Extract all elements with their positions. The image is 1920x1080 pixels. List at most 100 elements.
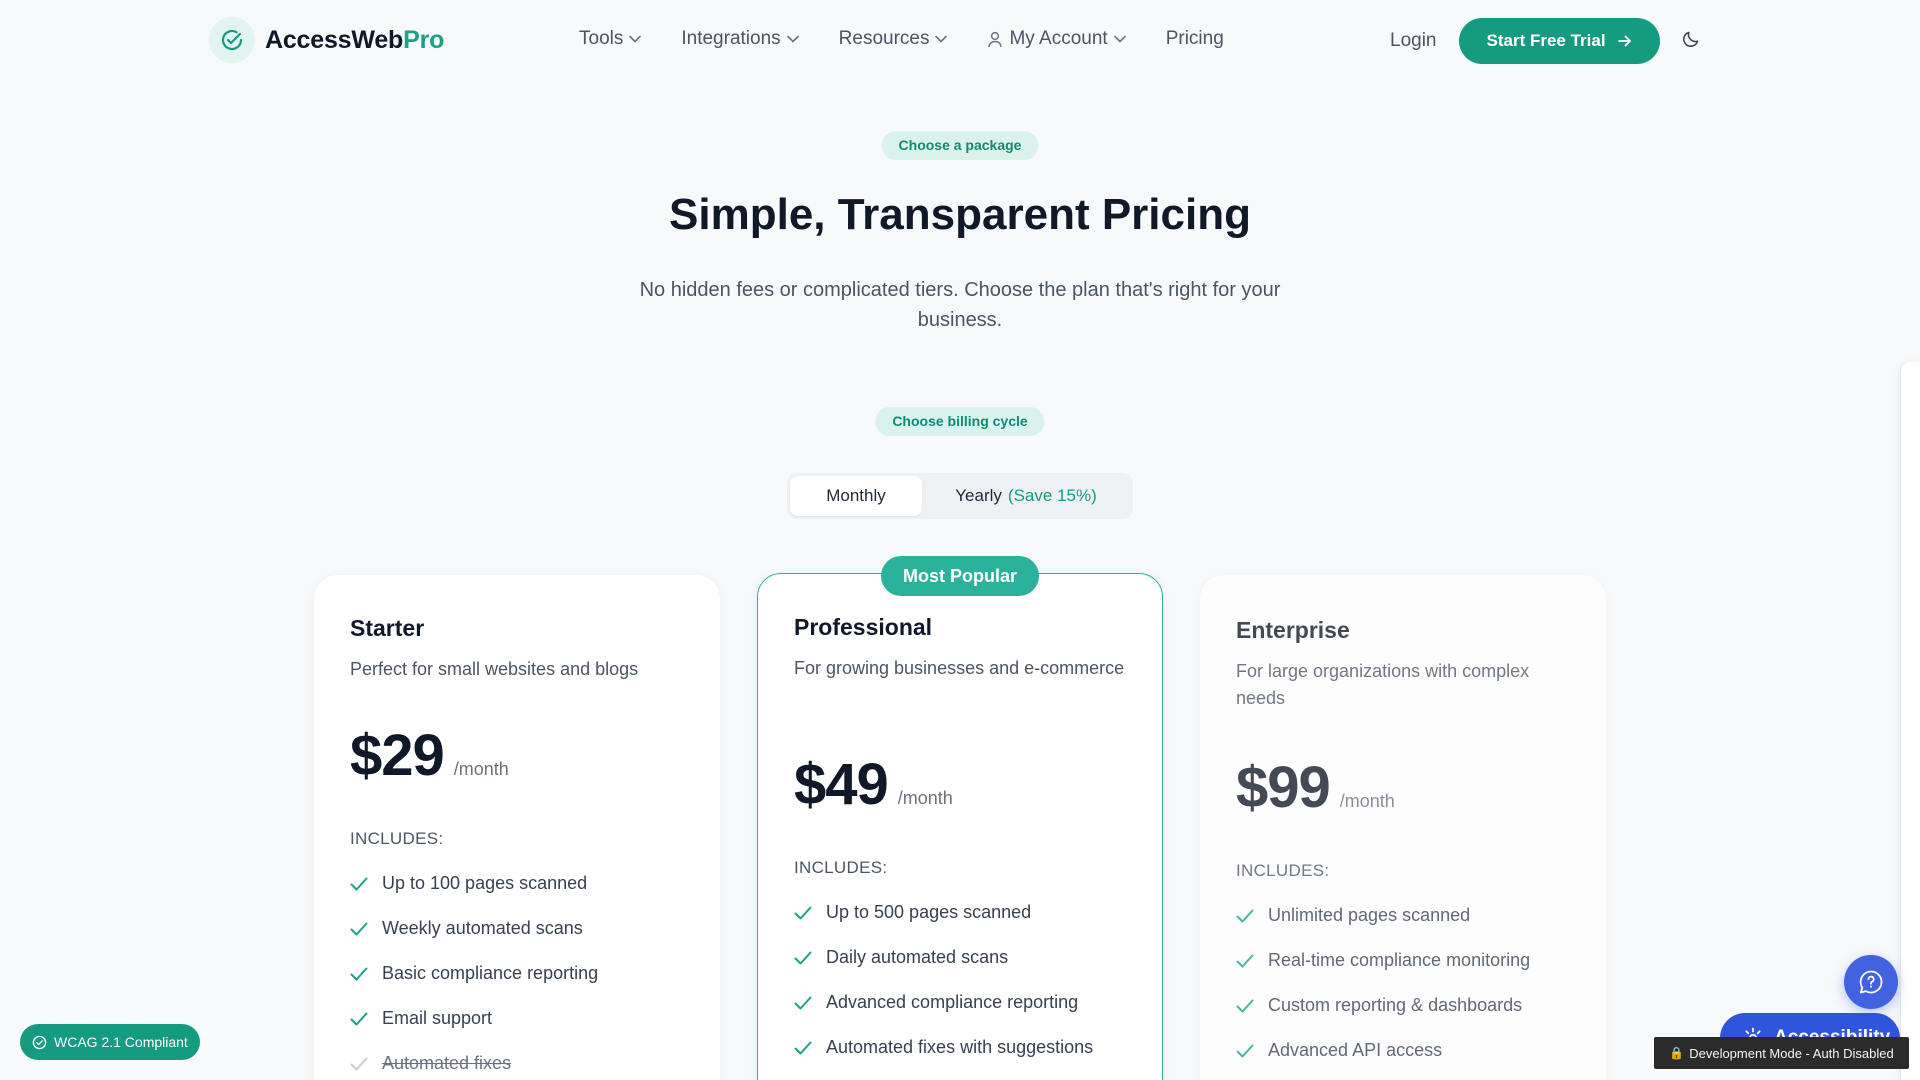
plan-price: $99: [1236, 755, 1331, 820]
feature-text: Basic compliance reporting: [382, 963, 599, 983]
feature-text: Daily automated scans: [826, 947, 1009, 967]
plan-description: For growing businesses and e-commerce: [794, 658, 1125, 678]
nav-integrations-label: Integrations: [681, 28, 781, 49]
feature-item: Advanced compliance reporting: [794, 980, 1126, 1025]
dark-mode-toggle-icon[interactable]: [1682, 30, 1700, 53]
plan-price: $29: [350, 723, 445, 788]
chat-help-icon: [1859, 970, 1883, 994]
feature-text: Automated fixes with suggestions: [826, 1037, 1094, 1057]
includes-heading: INCLUDES:: [350, 829, 444, 848]
nav-my-account[interactable]: My Account: [987, 28, 1126, 50]
check-icon: [794, 1041, 812, 1054]
chevron-down-icon: [1113, 35, 1126, 43]
feature-text: Email support: [382, 1008, 493, 1028]
feature-list: Unlimited pages scanned Real-time compli…: [1236, 893, 1570, 1073]
brand-logo[interactable]: AccessWebPro: [209, 17, 444, 63]
start-free-trial-button[interactable]: Start Free Trial: [1458, 18, 1660, 64]
feature-item: Real-time compliance monitoring: [1236, 938, 1570, 983]
user-icon: [988, 31, 1003, 47]
billing-yearly-label: Yearly: [955, 486, 1002, 505]
chevron-down-icon: [935, 35, 948, 43]
billing-toggle: Monthly Yearly (Save 15%): [787, 473, 1133, 519]
check-icon: [794, 951, 812, 964]
start-free-trial-label: Start Free Trial: [1486, 31, 1606, 50]
plan-description: Perfect for small websites and blogs: [350, 659, 639, 679]
nav-my-account-label: My Account: [1009, 28, 1108, 49]
plan-price-row: $29 /month: [350, 722, 684, 789]
dev-mode-label: Development Mode - Auth Disabled: [1689, 1045, 1894, 1061]
feature-item-excluded: Automated fixes: [350, 1041, 684, 1080]
plan-name: Starter: [350, 615, 425, 641]
feature-item: Up to 100 pages scanned: [350, 861, 684, 906]
includes-heading: INCLUDES:: [1236, 861, 1330, 880]
nav-pricing[interactable]: Pricing: [1166, 28, 1224, 50]
top-navigation: AccessWebPro Tools Integrations Resource…: [0, 0, 1920, 82]
feature-text: Up to 100 pages scanned: [382, 873, 588, 893]
chevron-down-icon: [629, 35, 642, 43]
brand-name: AccessWebPro: [265, 25, 445, 54]
check-circle-icon: [209, 17, 255, 63]
check-icon: [350, 1057, 368, 1070]
check-icon: [350, 967, 368, 980]
side-panel-edge[interactable]: [1900, 362, 1920, 1080]
check-circle-icon: [32, 1035, 47, 1049]
nav-actions: Login Start Free Trial: [1390, 18, 1660, 64]
feature-text: Custom reporting & dashboards: [1268, 995, 1523, 1015]
billing-monthly-label: Monthly: [826, 486, 886, 505]
plan-period: /month: [1339, 791, 1395, 811]
wcag-badge-label: WCAG 2.1 Compliant: [54, 1034, 188, 1050]
plan-price-row: $99 /month: [1236, 754, 1570, 821]
check-icon: [350, 1012, 368, 1025]
feature-item: Basic compliance reporting: [350, 951, 684, 996]
includes-heading: INCLUDES:: [794, 858, 888, 877]
feature-item: Custom reporting & dashboards: [1236, 983, 1570, 1028]
feature-text: Automated fixes: [382, 1053, 512, 1073]
plan-price-row: $49 /month: [794, 751, 1126, 818]
feature-item: Daily automated scans: [794, 935, 1126, 980]
yearly-savings-label: (Save 15%): [1007, 486, 1097, 505]
feature-text: Weekly automated scans: [382, 918, 583, 938]
nav-pricing-label: Pricing: [1165, 28, 1224, 49]
page-subtitle: No hidden fees or complicated tiers. Cho…: [639, 279, 1281, 331]
plan-name: Enterprise: [1236, 617, 1350, 643]
check-icon: [794, 906, 812, 919]
plan-card-enterprise: Enterprise For large organizations with …: [1200, 575, 1606, 1080]
plan-name: Professional: [794, 614, 933, 640]
most-popular-badge: Most Popular: [880, 556, 1040, 596]
check-icon: [1236, 954, 1254, 967]
plan-period: /month: [897, 788, 953, 808]
feature-item: Up to 500 pages scanned: [794, 890, 1126, 935]
billing-yearly-option[interactable]: Yearly (Save 15%): [922, 476, 1130, 516]
plan-description: For large organizations with complex nee…: [1236, 661, 1530, 708]
nav-resources[interactable]: Resources: [839, 28, 948, 50]
check-icon: [1236, 1044, 1254, 1057]
check-icon: [350, 877, 368, 890]
check-icon: [794, 996, 812, 1009]
plan-card-starter: Starter Perfect for small websites and b…: [314, 575, 720, 1080]
nav-integrations[interactable]: Integrations: [681, 28, 799, 50]
nav-resources-label: Resources: [838, 28, 930, 49]
chevron-down-icon: [786, 35, 799, 43]
check-icon: [1236, 909, 1254, 922]
feature-list: Up to 100 pages scanned Weekly automated…: [350, 861, 684, 1080]
feature-item: Weekly automated scans: [350, 906, 684, 951]
page-title: Simple, Transparent Pricing: [669, 190, 1251, 239]
feature-text: Advanced API access: [1268, 1040, 1443, 1060]
feature-text: Real-time compliance monitoring: [1268, 950, 1531, 970]
plan-card-professional: Most Popular Professional For growing bu…: [757, 556, 1163, 1080]
feature-text: Up to 500 pages scanned: [826, 902, 1032, 922]
feature-text: Advanced compliance reporting: [826, 992, 1079, 1012]
help-chat-button[interactable]: [1844, 955, 1898, 1009]
billing-monthly-option[interactable]: Monthly: [790, 476, 922, 516]
plan-period: /month: [453, 759, 509, 779]
dev-mode-banner: 🔒 Development Mode - Auth Disabled: [1654, 1037, 1909, 1069]
feature-item: Automated fixes with suggestions: [794, 1025, 1126, 1070]
feature-item: Advanced API access: [1236, 1028, 1570, 1073]
lock-icon: 🔒: [1669, 1046, 1685, 1060]
plan-price: $49: [794, 752, 889, 817]
check-icon: [350, 922, 368, 935]
nav-tools[interactable]: Tools: [579, 28, 642, 50]
wcag-compliance-badge[interactable]: WCAG 2.1 Compliant: [20, 1024, 200, 1060]
login-link[interactable]: Login: [1390, 30, 1437, 52]
choose-package-badge: Choose a package: [881, 131, 1039, 160]
